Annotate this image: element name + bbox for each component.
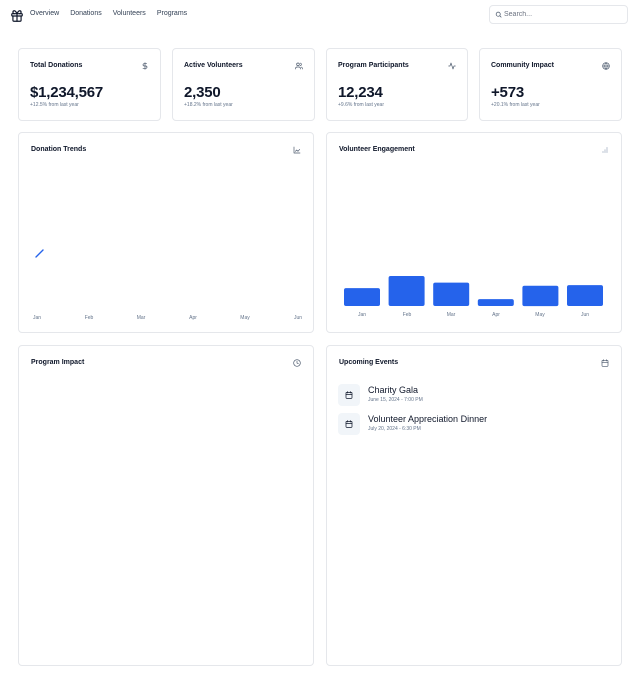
stat-value: +573 [491, 84, 524, 101]
stat-change: +9.6% from last year [338, 102, 384, 108]
stat-card-community-impact: Community Impact +573 +20.1% from last y… [479, 48, 622, 121]
stat-change: +20.1% from last year [491, 102, 540, 108]
stat-change: +18.2% from last year [184, 102, 233, 108]
event-date: June 15, 2024 - 7:00 PM [368, 397, 423, 403]
x-tick-label: Jan [32, 315, 42, 321]
stat-card-total-donations: Total Donations $1,234,567 +12.5% from l… [18, 48, 161, 121]
search-icon [495, 11, 502, 18]
nav-links: Overview Donations Volunteers Programs [30, 10, 187, 17]
donation-trends-panel: Donation Trends Jan Feb Mar Apr May Jun [18, 132, 314, 333]
bar-mar[interactable] [433, 282, 470, 306]
stat-title: Program Participants [338, 62, 409, 69]
event-name: Volunteer Appreciation Dinner [368, 414, 488, 424]
donation-trend-line [35, 249, 44, 258]
stat-card-active-volunteers: Active Volunteers 2,350 +18.2% from last… [172, 48, 315, 121]
bar-feb[interactable] [388, 276, 425, 306]
nav-volunteers[interactable]: Volunteers [113, 10, 146, 17]
event-calendar-badge [338, 413, 360, 435]
stat-value: 12,234 [338, 84, 383, 101]
top-navigation: Overview Donations Volunteers Programs [0, 0, 640, 32]
nav-programs[interactable]: Programs [157, 10, 187, 17]
stat-card-program-participants: Program Participants 12,234 +9.6% from l… [326, 48, 468, 121]
upcoming-events-panel: Upcoming Events Charity Gala June 15, 20… [326, 345, 622, 666]
event-item[interactable]: Volunteer Appreciation Dinner July 20, 2… [338, 413, 608, 437]
stat-change: +12.5% from last year [30, 102, 79, 108]
nav-overview[interactable]: Overview [30, 10, 59, 17]
event-item[interactable]: Charity Gala June 15, 2024 - 7:00 PM [338, 384, 608, 408]
dollar-icon [142, 62, 148, 70]
gift-icon[interactable] [10, 9, 24, 23]
x-tick-label: Mar [446, 312, 456, 318]
event-name: Charity Gala [368, 385, 419, 395]
x-tick-label: Jun [293, 315, 303, 321]
x-tick-label: Apr [492, 312, 500, 318]
bar-may[interactable] [522, 285, 559, 307]
users-icon [295, 62, 303, 70]
x-tick-label: Apr [189, 315, 197, 321]
calendar-icon [345, 420, 353, 428]
program-impact-panel: Program Impact [18, 345, 314, 666]
nav-donations[interactable]: Donations [70, 10, 102, 17]
bar-apr[interactable] [477, 299, 514, 306]
activity-icon [448, 62, 456, 70]
event-date: July 20, 2024 - 6:30 PM [368, 426, 421, 432]
x-tick-label: Jun [580, 312, 590, 318]
calendar-icon [601, 359, 609, 367]
stat-title: Active Volunteers [184, 62, 243, 69]
x-tick-label: Jan [357, 312, 367, 318]
stat-title: Total Donations [30, 62, 83, 69]
x-tick-label: Feb [402, 312, 412, 318]
donation-trends-chart [35, 249, 44, 258]
stat-value: $1,234,567 [30, 84, 104, 101]
search-box[interactable] [489, 5, 628, 24]
globe-icon [602, 62, 610, 70]
panel-title: Upcoming Events [339, 359, 399, 366]
calendar-icon [345, 391, 353, 399]
panel-title: Donation Trends [31, 146, 87, 153]
stat-title: Community Impact [491, 62, 555, 69]
panel-title: Program Impact [31, 359, 85, 366]
x-tick-label: May [240, 315, 250, 321]
x-tick-label: May [535, 312, 545, 318]
x-tick-label: Mar [136, 315, 146, 321]
line-chart-icon [293, 146, 301, 154]
pie-chart-icon [293, 359, 301, 367]
volunteer-bar-chart [344, 276, 603, 307]
event-calendar-badge [338, 384, 360, 406]
search-input[interactable] [504, 7, 622, 22]
bar-jan[interactable] [344, 288, 380, 306]
x-tick-label: Feb [84, 315, 94, 321]
stat-value: 2,350 [184, 84, 221, 101]
volunteer-engagement-panel: Volunteer Engagement Jan Feb Mar Apr May… [326, 132, 622, 333]
bar-jun[interactable] [567, 285, 603, 306]
